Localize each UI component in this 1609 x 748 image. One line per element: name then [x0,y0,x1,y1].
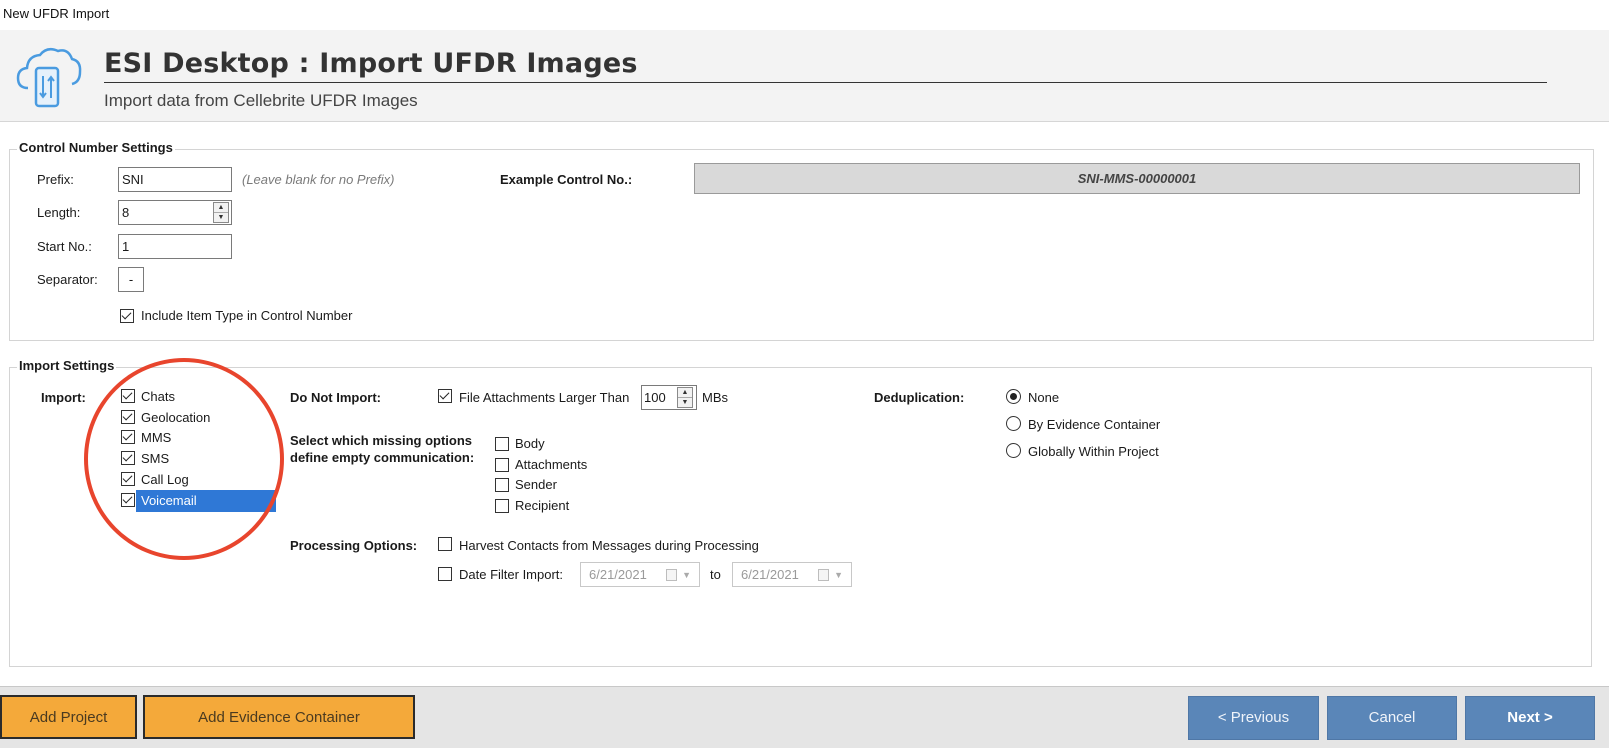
harvest-contacts-label[interactable]: Harvest Contacts from Messages during Pr… [459,538,759,553]
date-to-value: 6/21/2021 [741,567,799,582]
date-from-picker[interactable]: 6/21/2021 ▼ [580,562,700,587]
missing-body-label[interactable]: Body [515,436,545,451]
harvest-contacts-checkbox[interactable] [438,537,452,551]
dedup-evidence-container-label[interactable]: By Evidence Container [1028,417,1160,432]
example-control-label: Example Control No.: [500,172,633,187]
processing-options-label: Processing Options: [290,538,418,553]
page-subtitle: Import data from Cellebrite UFDR Images [104,91,418,110]
cancel-button[interactable]: Cancel [1327,696,1457,740]
include-item-type-checkbox[interactable] [120,309,134,323]
dedup-none-radio[interactable] [1006,389,1021,404]
missing-attachments-checkbox[interactable] [495,458,509,472]
dedup-none-label[interactable]: None [1028,390,1059,405]
missing-recipient-checkbox[interactable] [495,499,509,513]
separator-input[interactable]: - [118,267,144,292]
file-attachments-stepper[interactable]: ▲ ▼ [677,387,693,408]
file-attachments-checkbox[interactable] [438,389,452,403]
window-title: New UFDR Import [3,6,110,21]
separator-label: Separator: [37,272,98,287]
next-button[interactable]: Next > [1465,696,1595,740]
prefix-hint: (Leave blank for no Prefix) [242,172,395,187]
prefix-label: Prefix: [37,172,74,187]
import-settings-group-title: Import Settings [17,358,117,373]
window-title-bar: New UFDR Import [0,0,1609,30]
add-evidence-container-button[interactable]: Add Evidence Container [143,695,415,739]
length-down-arrow-icon[interactable]: ▼ [214,213,228,223]
prefix-input[interactable]: SNI [118,167,232,192]
length-label: Length: [37,205,81,220]
date-to-label: to [710,567,721,582]
date-from-value: 6/21/2021 [589,567,647,582]
cloud-phone-sync-icon [16,47,82,108]
page-title: ESI Desktop : Import UFDR Images [104,48,638,79]
import-label: Import: [41,390,86,405]
dedup-global-radio[interactable] [1006,443,1021,458]
missing-attachments-label[interactable]: Attachments [515,457,587,472]
start-no-label: Start No.: [37,239,92,254]
include-item-type-label[interactable]: Include Item Type in Control Number [141,308,352,323]
chevron-down-icon[interactable]: ▼ [834,568,843,583]
length-up-arrow-icon[interactable]: ▲ [214,203,228,213]
calendar-icon[interactable] [818,569,829,581]
dedup-evidence-container-radio[interactable] [1006,416,1021,431]
date-to-picker[interactable]: 6/21/2021 ▼ [732,562,852,587]
date-filter-checkbox[interactable] [438,567,452,581]
add-project-button[interactable]: Add Project [0,695,137,739]
previous-button[interactable]: < Previous [1188,696,1319,740]
example-control-value: SNI-MMS-00000001 [694,163,1580,194]
footer-bar: Add Project Add Evidence Container < Pre… [0,686,1609,748]
do-not-import-label: Do Not Import: [290,390,381,405]
date-filter-label[interactable]: Date Filter Import: [459,567,563,582]
missing-body-checkbox[interactable] [495,437,509,451]
missing-sender-label[interactable]: Sender [515,477,557,492]
file-size-up-arrow-icon[interactable]: ▲ [678,388,692,398]
dedup-global-label[interactable]: Globally Within Project [1028,444,1159,459]
highlight-circle-annotation [84,358,284,560]
missing-recipient-label[interactable]: Recipient [515,498,569,513]
calendar-icon[interactable] [666,569,677,581]
file-attachments-label[interactable]: File Attachments Larger Than [459,390,629,405]
deduplication-label: Deduplication: [874,390,965,405]
file-attachments-unit: MBs [702,390,728,405]
start-no-input[interactable]: 1 [118,234,232,259]
file-size-down-arrow-icon[interactable]: ▼ [678,398,692,408]
missing-options-label-line2: define empty communication: [290,450,475,465]
chevron-down-icon[interactable]: ▼ [682,568,691,583]
missing-options-label-line1: Select which missing options [290,433,473,448]
control-number-group-title: Control Number Settings [17,140,175,155]
header-divider [104,82,1547,83]
missing-sender-checkbox[interactable] [495,478,509,492]
length-stepper[interactable]: ▲ ▼ [213,202,229,223]
page-header: ESI Desktop : Import UFDR Images Import … [0,30,1609,122]
